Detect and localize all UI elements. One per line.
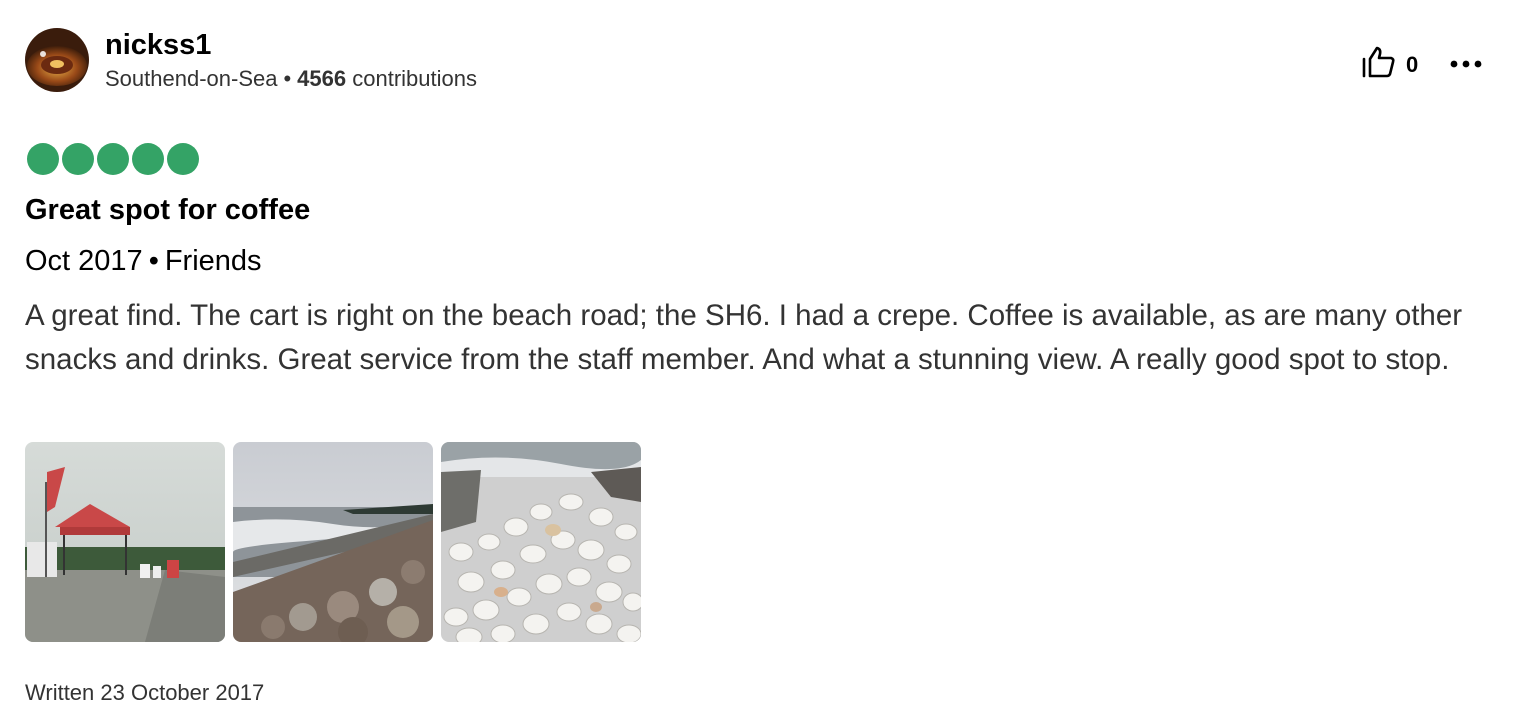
review-header: nickss1 Southend-on-Sea • 4566 contributio…: [25, 28, 477, 94]
avatar[interactable]: [25, 28, 89, 92]
review-photos: [25, 442, 649, 642]
rating-bubble: [27, 143, 59, 175]
user-location: Southend-on-Sea: [105, 66, 278, 91]
rating-bubble: [97, 143, 129, 175]
user-meta: Southend-on-Sea • 4566 contributions: [105, 64, 477, 94]
helpful-vote-button[interactable]: 0: [1360, 44, 1418, 85]
trip-date: Oct 2017: [25, 245, 143, 277]
thumbs-up-icon: [1360, 44, 1396, 85]
meta-separator: •: [283, 66, 292, 91]
contributions-label: contributions: [352, 66, 477, 91]
rating-bubble: [62, 143, 94, 175]
review-title[interactable]: Great spot for coffee: [25, 192, 310, 228]
helpful-count: 0: [1406, 51, 1419, 77]
review-actions: 0: [1360, 44, 1484, 85]
rating-bubbles: [27, 143, 202, 175]
review-photo[interactable]: [233, 442, 433, 642]
username[interactable]: nickss1: [105, 28, 477, 62]
contributions-count: 4566: [297, 66, 347, 91]
review-text: A great find. The cart is right on the b…: [25, 299, 1463, 376]
trip-info: Oct 2017 • Friends: [25, 243, 262, 279]
rating-bubble: [167, 143, 199, 175]
written-date: Written 23 October 2017: [25, 680, 265, 705]
rating-bubble: [132, 143, 164, 175]
trip-type: Friends: [164, 245, 262, 277]
more-horizontal-icon: [1449, 56, 1483, 74]
review-photo[interactable]: [25, 442, 225, 642]
more-options-button[interactable]: [1448, 47, 1484, 83]
trip-separator: •: [148, 245, 159, 277]
review-photo[interactable]: [441, 442, 641, 642]
user-info: nickss1 Southend-on-Sea • 4566 contributio…: [105, 28, 477, 94]
